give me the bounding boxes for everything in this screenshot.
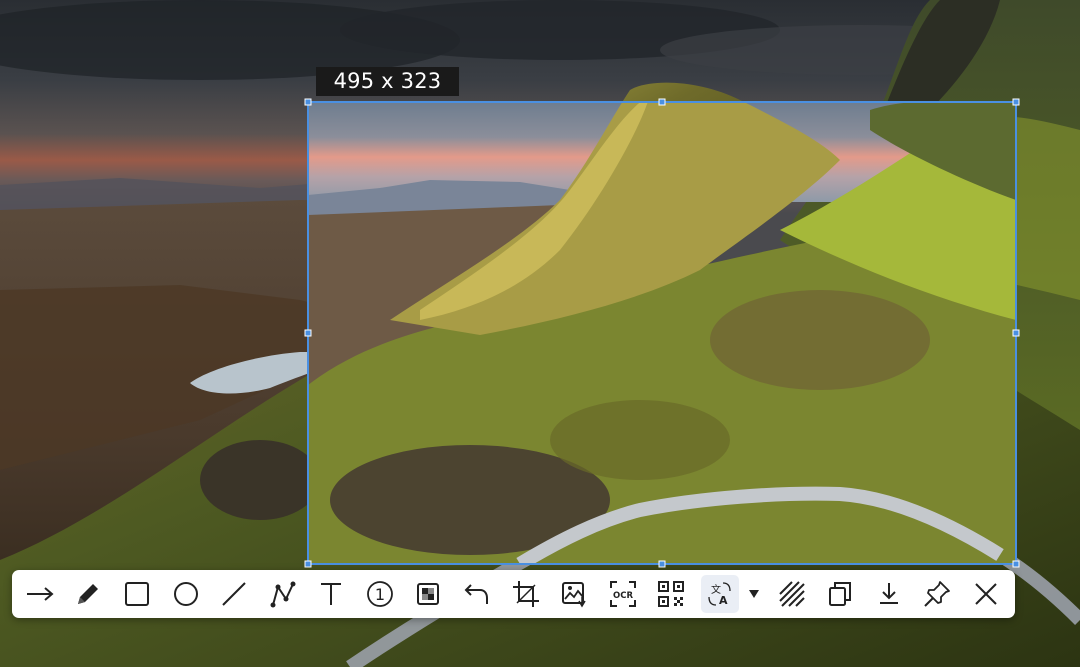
- translate-options-dropdown[interactable]: [743, 575, 765, 613]
- pin-icon: [922, 579, 952, 609]
- qr-code-icon: [656, 579, 686, 609]
- text-tool-button[interactable]: [312, 575, 350, 613]
- qr-code-button[interactable]: [652, 575, 690, 613]
- screenshot-capture-screen: 495 x 323 1 OCR 文 A: [0, 0, 1080, 667]
- line-icon: [219, 579, 249, 609]
- svg-text:A: A: [719, 594, 728, 607]
- dropdown-triangle-icon: [747, 587, 761, 601]
- download-icon: [874, 579, 904, 609]
- image-adjust-button[interactable]: [555, 575, 593, 613]
- selection-size-readout: 495 x 323: [316, 67, 459, 96]
- undo-icon: [462, 579, 492, 609]
- copy-button[interactable]: [821, 575, 859, 613]
- circle-icon: [171, 579, 201, 609]
- rectangle-icon: [122, 579, 152, 609]
- ocr-icon: OCR: [608, 579, 638, 609]
- image-edit-icon: [559, 579, 589, 609]
- number-tool-button[interactable]: 1: [361, 575, 399, 613]
- copy-icon: [825, 579, 855, 609]
- mosaic-tool-button[interactable]: [409, 575, 447, 613]
- ocr-glyph: OCR: [613, 591, 633, 601]
- crop-icon: [511, 579, 541, 609]
- hatch-icon: [777, 579, 807, 609]
- close-icon: [971, 579, 1001, 609]
- polyline-tool-button[interactable]: [264, 575, 302, 613]
- ocr-button[interactable]: OCR: [604, 575, 642, 613]
- crop-tool-button[interactable]: [507, 575, 545, 613]
- background-landscape-image: [0, 0, 1080, 667]
- pin-button[interactable]: [918, 575, 956, 613]
- hatch-tool-button[interactable]: [773, 575, 811, 613]
- arrow-tool-button[interactable]: [21, 575, 59, 613]
- pencil-tool-button[interactable]: [69, 575, 107, 613]
- polyline-icon: [268, 579, 298, 609]
- translate-button[interactable]: 文A: [701, 575, 739, 613]
- text-icon: [316, 579, 346, 609]
- ellipse-tool-button[interactable]: [167, 575, 205, 613]
- mosaic-icon: [413, 579, 443, 609]
- pencil-icon: [73, 579, 103, 609]
- close-button[interactable]: [967, 575, 1005, 613]
- undo-button[interactable]: [458, 575, 496, 613]
- rectangle-tool-button[interactable]: [118, 575, 156, 613]
- save-button[interactable]: [870, 575, 908, 613]
- number-badge-icon: 1: [365, 579, 395, 609]
- line-tool-button[interactable]: [215, 575, 253, 613]
- translate-icon: 文A: [705, 579, 735, 609]
- number-badge-glyph: 1: [375, 585, 385, 604]
- annotation-toolbar: 1 OCR 文 A: [12, 570, 1015, 618]
- arrow-right-icon: [25, 579, 55, 609]
